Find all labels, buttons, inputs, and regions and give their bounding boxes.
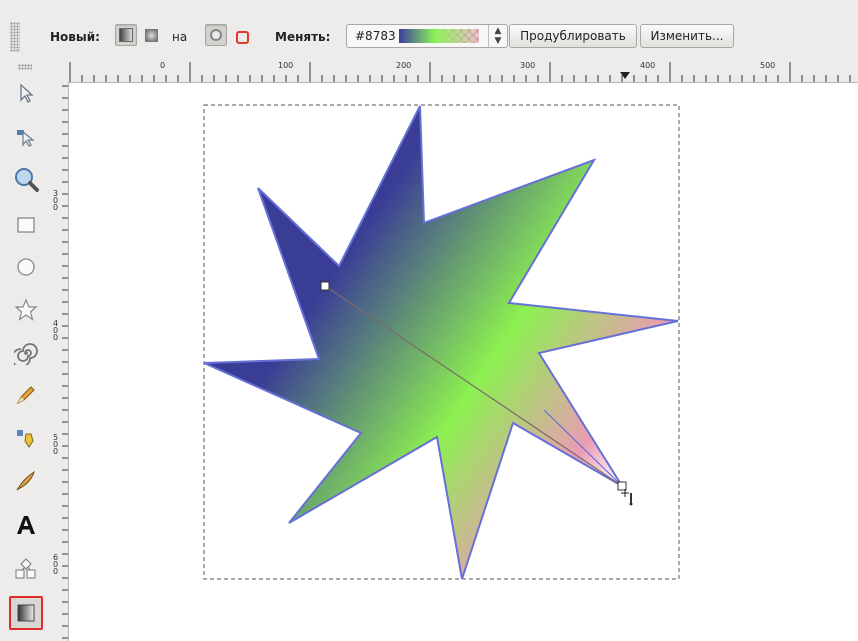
- dropdown-arrows-icon[interactable]: ▲ ▼: [488, 25, 507, 47]
- connector-tool[interactable]: [9, 552, 43, 586]
- vruler-label-300: 300: [53, 189, 59, 212]
- vruler-label-400: 400: [53, 319, 59, 342]
- text-tool[interactable]: [9, 508, 43, 542]
- horizontal-ruler[interactable]: 0 100 200 300 400 500: [68, 60, 858, 83]
- magnifier-icon: [15, 168, 39, 192]
- spiral-tool[interactable]: [9, 336, 43, 370]
- rectangle-icon: [17, 217, 35, 233]
- calligraphy-pen-icon: [16, 470, 35, 491]
- gradient-icon: [17, 604, 35, 622]
- selector-tool[interactable]: [9, 76, 43, 110]
- vertical-ruler[interactable]: 300 400 500 600: [52, 82, 69, 641]
- radial-gradient-icon: [144, 28, 158, 42]
- rectangle-tool[interactable]: [9, 208, 43, 242]
- node-editor-icon: [17, 130, 35, 147]
- pointer-marker-icon: [620, 72, 630, 79]
- pen-tool[interactable]: [9, 421, 43, 455]
- pen-bezier-icon: [17, 430, 34, 448]
- star-tool[interactable]: [9, 293, 43, 327]
- on-label: на: [172, 30, 188, 44]
- toolbox-grip-handle[interactable]: [18, 64, 32, 70]
- radial-gradient-button[interactable]: [140, 24, 162, 46]
- ellipse-icon: [17, 258, 35, 276]
- stroke-icon: [235, 29, 249, 44]
- calligraphy-tool[interactable]: [9, 464, 43, 498]
- gradient-name: #8783: [355, 29, 396, 43]
- node-tool[interactable]: [9, 120, 43, 154]
- vruler-label-600: 600: [53, 553, 59, 576]
- connector-icon: [15, 558, 36, 579]
- fill-icon: [210, 29, 222, 41]
- canvas-drawing: [203, 104, 680, 580]
- linear-gradient-icon: [119, 28, 133, 42]
- ruler-label-0: 0: [160, 61, 166, 70]
- pencil-tool[interactable]: [9, 378, 43, 412]
- apply-to-fill-button[interactable]: [205, 24, 227, 46]
- tool-controls-bar: Новый: на Менять: #8783 ▲ ▼ Продублироват…: [0, 0, 858, 61]
- ruler-label-300: 300: [520, 61, 536, 70]
- gradient-select[interactable]: #8783 ▲ ▼: [346, 24, 508, 48]
- toolbar-grip-handle[interactable]: [10, 22, 20, 52]
- gradient-tool[interactable]: [9, 596, 43, 630]
- gradient-cursor-icon: [621, 489, 633, 506]
- toolbox: [0, 60, 53, 641]
- gradient-start-handle[interactable]: [320, 281, 330, 291]
- ellipse-tool[interactable]: [9, 250, 43, 284]
- apply-to-stroke-button[interactable]: [230, 24, 252, 46]
- ruler-label-400: 400: [640, 61, 656, 70]
- gradient-preview-swatch: [399, 29, 479, 43]
- vruler-label-500: 500: [53, 433, 59, 456]
- linear-gradient-button[interactable]: [115, 24, 137, 46]
- edit-button[interactable]: Изменить...: [640, 24, 734, 48]
- duplicate-button[interactable]: Продублировать: [509, 24, 637, 48]
- text-a-icon: [17, 516, 35, 534]
- ruler-ticks: [69, 62, 851, 82]
- ruler-corner: [52, 60, 69, 83]
- gradient-end-handle[interactable]: [617, 481, 627, 491]
- star-icon: [14, 298, 38, 321]
- zoom-tool[interactable]: [9, 162, 43, 196]
- gradient-star-shape[interactable]: [203, 105, 679, 580]
- arrow-pointer-icon: [20, 83, 34, 103]
- new-label: Новый:: [50, 30, 100, 44]
- spiral-icon: [14, 343, 38, 365]
- ruler-label-200: 200: [396, 61, 412, 70]
- ruler-label-100: 100: [278, 61, 294, 70]
- pencil-icon: [16, 386, 35, 405]
- drawing-canvas[interactable]: [69, 83, 858, 641]
- ruler-label-500: 500: [760, 61, 776, 70]
- change-label: Менять:: [275, 30, 331, 44]
